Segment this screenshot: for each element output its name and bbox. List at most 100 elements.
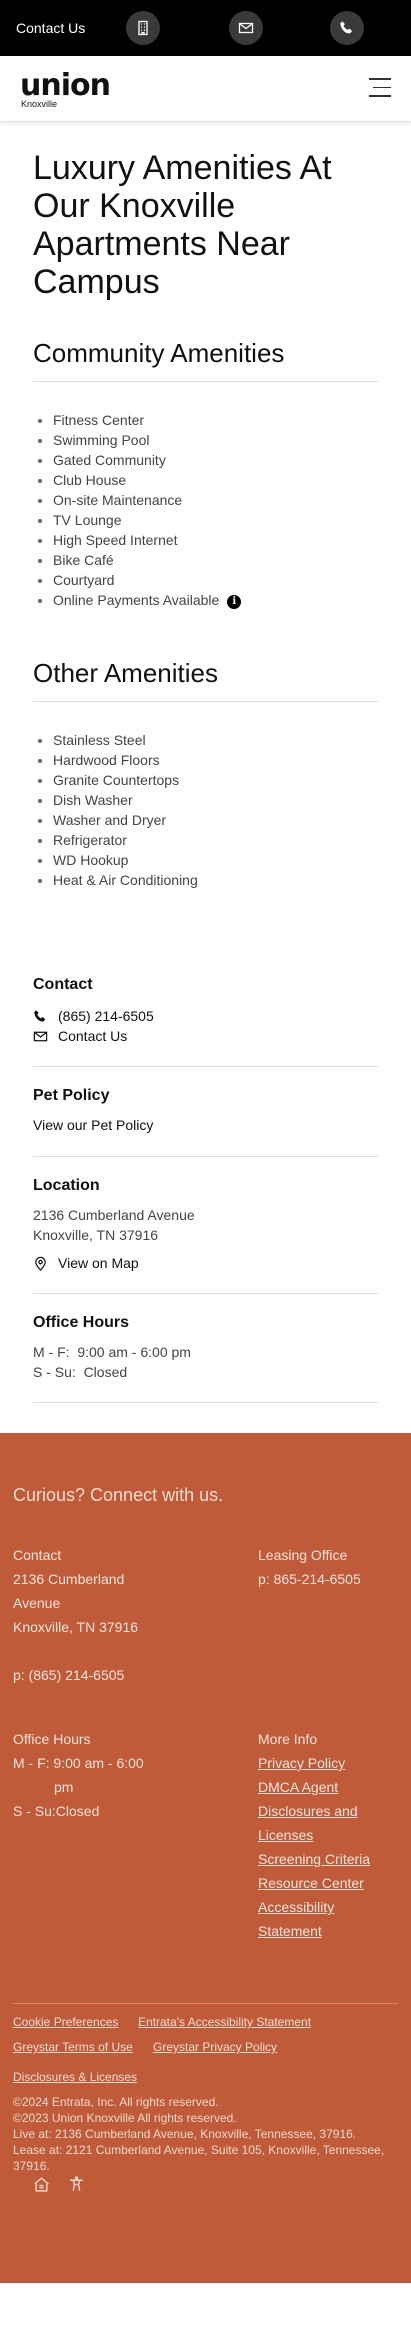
page-title: Luxury Amenities At Our Knoxville Apartm… bbox=[33, 149, 332, 301]
footer-contact-heading: Contact bbox=[13, 1547, 62, 1563]
community-item-label: TV Lounge bbox=[53, 512, 122, 528]
footer-address-1: 2136 Cumberland bbox=[13, 1571, 125, 1587]
community-item: Fitness Center bbox=[53, 410, 378, 430]
footer-leasing-heading: Leasing Office bbox=[258, 1547, 348, 1563]
other-item-label: Dish Washer bbox=[53, 792, 133, 808]
community-amenities-list: Fitness Center Swimming Pool Gated Communi… bbox=[33, 410, 378, 610]
other-item-label: Washer and Dryer bbox=[53, 812, 167, 828]
other-item: Granite Countertops bbox=[53, 770, 378, 790]
footer-more-info-link[interactable]: DMCA Agent bbox=[258, 1775, 398, 1799]
other-item: Refrigerator bbox=[53, 830, 378, 850]
logo-wordmark: union bbox=[20, 68, 111, 103]
community-item-label: On-site Maintenance bbox=[53, 492, 183, 508]
community-item-label: Swimming Pool bbox=[53, 432, 150, 448]
other-item: Dish Washer bbox=[53, 790, 378, 810]
other-item-label: Hardwood Floors bbox=[53, 752, 160, 768]
footer-more-info: More Info Privacy Policy DMCA Agent Disclo… bbox=[258, 1727, 398, 1943]
footer-more-info-link[interactable]: Privacy Policy bbox=[258, 1751, 398, 1775]
community-item: Club House bbox=[53, 470, 378, 490]
union-logo[interactable]: union Knoxville bbox=[20, 68, 111, 110]
legal-line-3: Live at: 2136 Cumberland Avenue, Knoxvil… bbox=[13, 2127, 357, 2141]
top-bar: Contact Us bbox=[0, 0, 411, 56]
other-item: WD Hookup bbox=[53, 850, 378, 870]
community-item-label: Club House bbox=[53, 472, 127, 488]
entrata-accessibility-link[interactable]: Entrata's Accessibility Statement bbox=[138, 2015, 311, 2029]
community-item-label: Courtyard bbox=[53, 572, 115, 588]
contact-phone-link[interactable]: (865) 214-6505 bbox=[33, 1006, 378, 1026]
community-item: Courtyard bbox=[53, 570, 378, 590]
footer-hours-weekday: M - F: 9:00 am - 6:00 bbox=[13, 1755, 144, 1771]
community-item: TV Lounge bbox=[53, 510, 378, 530]
office-hours-weekend: S - Su: Closed bbox=[33, 1364, 128, 1380]
greystar-privacy-link[interactable]: Greystar Privacy Policy bbox=[153, 2040, 277, 2054]
equal-housing-icon[interactable] bbox=[33, 2176, 50, 2193]
footer-more-info-link[interactable]: Disclosures and bbox=[258, 1799, 398, 1823]
main-content: Luxury Amenities At Our Knoxville Apartm… bbox=[33, 122, 378, 1403]
contact-phone-text: (865) 214-6505 bbox=[58, 1008, 154, 1024]
other-item: Washer and Dryer bbox=[53, 810, 378, 830]
other-item-label: Refrigerator bbox=[53, 832, 127, 848]
footer-tagline: Curious? Connect with us. bbox=[13, 1485, 224, 1505]
building-icon[interactable] bbox=[126, 11, 160, 45]
community-item: On-site Maintenance bbox=[53, 490, 378, 510]
contact-us-link[interactable]: Contact Us bbox=[33, 1026, 378, 1046]
footer-icons bbox=[33, 2176, 85, 2193]
office-hours-weekday: M - F: 9:00 am - 6:00 pm bbox=[33, 1344, 191, 1360]
footer-more-info-link[interactable]: Screening Criteria bbox=[258, 1847, 398, 1871]
footer-hours-weekend: S - Su:Closed bbox=[13, 1803, 100, 1819]
envelope-icon bbox=[33, 1031, 48, 1041]
footer-more-info-link[interactable]: Resource Center bbox=[258, 1871, 398, 1895]
other-item: Heat & Air Conditioning bbox=[53, 870, 378, 890]
community-item: Gated Community bbox=[53, 450, 378, 470]
legal-line-1: ©2024 Entrata, Inc. All rights reserved. bbox=[13, 2095, 219, 2109]
footer-address-3: Knoxville, TN 37916 bbox=[13, 1619, 139, 1635]
other-item-label: Heat & Air Conditioning bbox=[53, 872, 198, 888]
other-item-label: Granite Countertops bbox=[53, 772, 180, 788]
footer-more-info-link[interactable]: Statement bbox=[258, 1919, 398, 1943]
legal-line-4: Lease at: 2121 Cumberland Avenue, Suite … bbox=[13, 2143, 385, 2173]
community-item-label: Gated Community bbox=[53, 452, 166, 468]
phone-icon[interactable] bbox=[330, 11, 364, 45]
footer-leasing: Leasing Office p: 865-214-6505 bbox=[258, 1543, 398, 1591]
other-item-label: WD Hookup bbox=[53, 852, 129, 868]
community-item-label: Bike Café bbox=[53, 552, 114, 568]
footer-legal: ©2024 Entrata, Inc. All rights reserved.… bbox=[13, 2094, 398, 2174]
top-contact-us-link[interactable]: Contact Us bbox=[16, 20, 126, 36]
pet-policy-link[interactable]: View our Pet Policy bbox=[33, 1115, 378, 1135]
envelope-icon[interactable] bbox=[229, 11, 263, 45]
footer-hours-heading: Office Hours bbox=[13, 1731, 91, 1747]
cookie-preferences-link[interactable]: Cookie Preferences bbox=[13, 2015, 118, 2029]
pet-policy-block: Pet Policy View our Pet Policy bbox=[33, 1087, 378, 1157]
map-pin-icon bbox=[35, 1256, 46, 1271]
contact-block: Contact (865) 214-6505 Contact Us bbox=[33, 976, 378, 1067]
community-item-label: Fitness Center bbox=[53, 412, 145, 428]
greystar-terms-link[interactable]: Greystar Terms of Use bbox=[13, 2040, 133, 2054]
footer-leasing-phone[interactable]: p: 865-214-6505 bbox=[258, 1567, 398, 1591]
site-header: union Knoxville bbox=[0, 56, 411, 122]
info-icon[interactable]: i bbox=[227, 595, 242, 609]
other-item: Hardwood Floors bbox=[53, 750, 378, 770]
footer-more-info-link[interactable]: Licenses bbox=[258, 1823, 398, 1847]
office-hours-heading: Office Hours bbox=[33, 1314, 130, 1331]
view-on-map-link[interactable]: View on Map bbox=[33, 1253, 378, 1273]
footer-more-info-heading: More Info bbox=[258, 1731, 318, 1747]
footer-contact-phone[interactable]: p: (865) 214-6505 bbox=[13, 1663, 153, 1687]
community-item-label: Online Payments Available bbox=[53, 592, 220, 608]
disclosures-licenses-link[interactable]: Disclosures & Licenses bbox=[13, 2070, 137, 2084]
footer-hours-weekday-cont: pm bbox=[54, 1779, 74, 1795]
location-block: Location 2136 Cumberland Avenue Knoxvill… bbox=[33, 1177, 378, 1294]
footer-more-info-links: Privacy Policy DMCA Agent Disclosures and L… bbox=[258, 1751, 398, 1943]
community-amenities-heading: Community Amenities bbox=[33, 338, 378, 382]
contact-us-text: Contact Us bbox=[58, 1028, 128, 1044]
other-item-label: Stainless Steel bbox=[53, 732, 146, 748]
community-item: Bike Café bbox=[53, 550, 378, 570]
community-item: Swimming Pool bbox=[53, 430, 378, 450]
location-heading: Location bbox=[33, 1177, 100, 1194]
pet-policy-heading: Pet Policy bbox=[33, 1087, 110, 1104]
community-item: High Speed Internet bbox=[53, 530, 378, 550]
hamburger-menu-icon[interactable] bbox=[369, 78, 391, 100]
footer-more-info-link[interactable]: Accessibility bbox=[258, 1895, 398, 1919]
accessibility-icon[interactable] bbox=[68, 2176, 85, 2193]
community-item: Online Payments Available i bbox=[53, 590, 378, 610]
site-footer: Curious? Connect with us. Contact 2136 C… bbox=[0, 1433, 411, 2283]
